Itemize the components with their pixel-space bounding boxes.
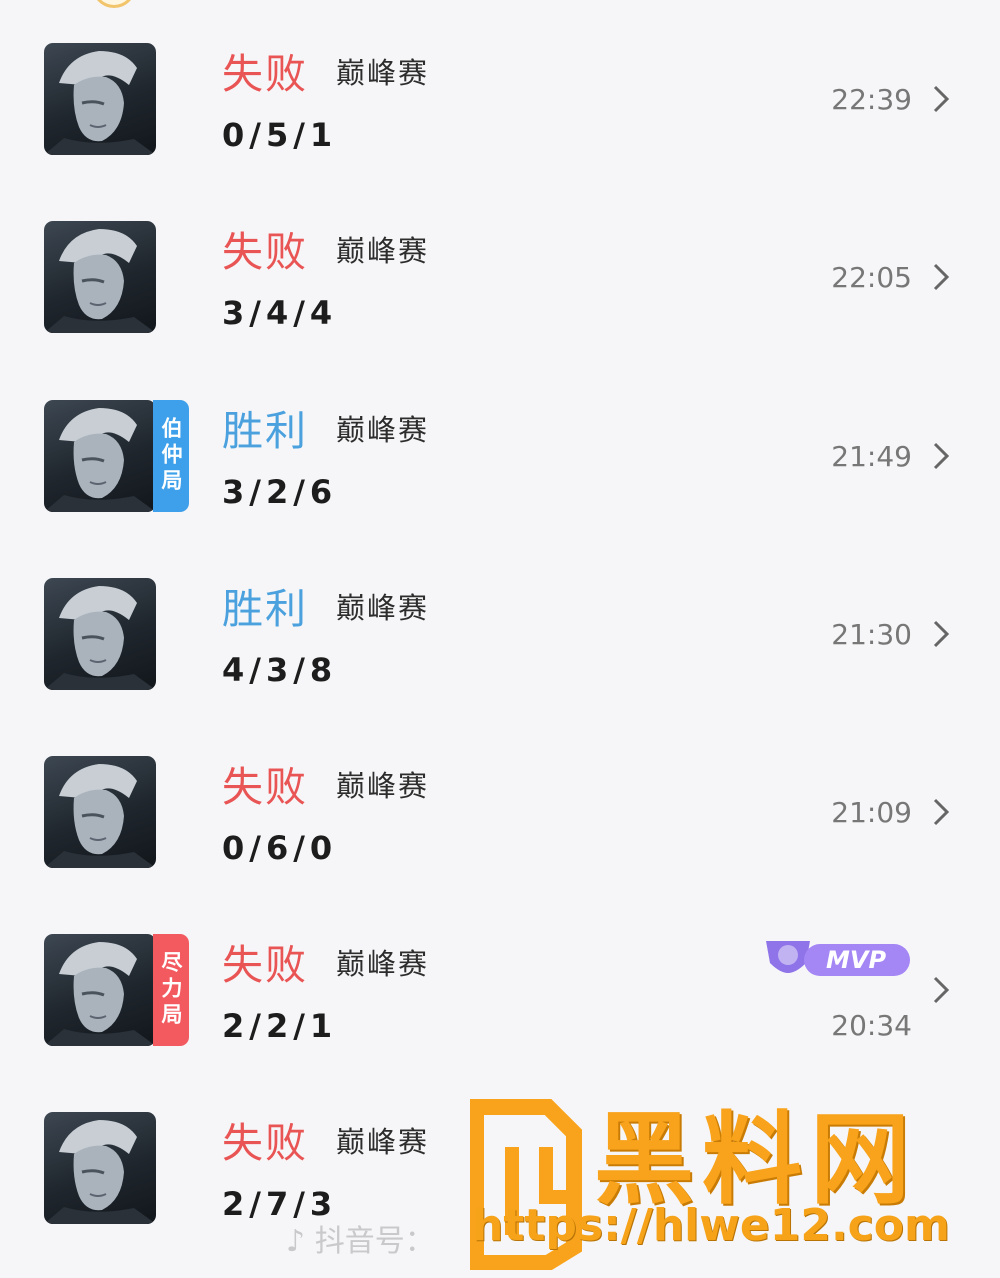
- match-row[interactable]: 失败 巅峰赛 3/4/4 22:05: [0, 178, 1000, 356]
- chevron-right-icon[interactable]: [932, 262, 950, 292]
- match-time: 21:09: [831, 796, 912, 829]
- match-mode: 巅峰赛: [336, 947, 430, 981]
- match-result: 失败: [222, 941, 308, 989]
- hero-portrait-icon: [44, 1112, 156, 1224]
- match-kda: 4/3/8: [222, 651, 338, 689]
- hero-portrait-icon: [44, 756, 156, 868]
- watermark-url: https://hlwe12.com: [472, 1200, 950, 1251]
- match-row[interactable]: 伯仲局 胜利 巅峰赛 3/2/6 21:49: [0, 357, 1000, 535]
- douyin-logo-icon: ♪: [286, 1224, 306, 1259]
- chevron-right-icon[interactable]: [932, 441, 950, 471]
- match-result: 失败: [222, 1119, 308, 1167]
- match-kda: 0/5/1: [222, 116, 338, 154]
- match-kda: 3/2/6: [222, 473, 338, 511]
- chevron-right-icon[interactable]: [932, 84, 950, 114]
- match-mode: 巅峰赛: [336, 413, 430, 447]
- match-kda: 0/6/0: [222, 829, 338, 867]
- match-result: 失败: [222, 228, 308, 276]
- match-tag: 伯仲局: [153, 400, 189, 512]
- chevron-right-icon[interactable]: [932, 797, 950, 827]
- douyin-label: 抖音号：: [314, 1224, 435, 1259]
- match-result: 胜利: [222, 585, 308, 633]
- match-result: 胜利: [222, 407, 308, 455]
- hero-portrait-icon: [44, 43, 156, 155]
- match-mode: 巅峰赛: [336, 234, 430, 268]
- match-time: 22:05: [831, 261, 912, 294]
- match-mode: 巅峰赛: [336, 769, 430, 803]
- mvp-trophy-icon: MVP: [766, 941, 910, 976]
- match-row[interactable]: 失败 巅峰赛 0/5/1 22:39: [0, 0, 1000, 178]
- hero-portrait-icon: [44, 400, 156, 512]
- match-mode: 巅峰赛: [336, 56, 430, 90]
- match-time: 22:39: [831, 83, 912, 116]
- match-time: 20:34: [831, 1009, 912, 1042]
- hero-portrait-icon: [44, 578, 156, 690]
- mvp-label: MVP: [826, 946, 886, 974]
- match-row[interactable]: 失败 巅峰赛 0/6/0 21:09: [0, 713, 1000, 891]
- chevron-right-icon[interactable]: [932, 975, 950, 1005]
- match-result: 失败: [222, 763, 308, 811]
- match-time: 21:30: [831, 618, 912, 651]
- match-mode: 巅峰赛: [336, 591, 430, 625]
- match-kda: 3/4/4: [222, 294, 338, 332]
- match-time: 21:49: [831, 440, 912, 473]
- match-mode: 巅峰赛: [336, 1125, 430, 1159]
- chevron-right-icon[interactable]: [932, 619, 950, 649]
- match-kda: 2/2/1: [222, 1007, 338, 1045]
- hero-portrait-icon: [44, 221, 156, 333]
- match-row[interactable]: 胜利 巅峰赛 4/3/8 21:30: [0, 535, 1000, 713]
- match-result: 失败: [222, 50, 308, 98]
- douyin-id: ♪ 抖音号：: [286, 1216, 435, 1260]
- match-tag: 尽力局: [153, 934, 189, 1046]
- hero-portrait-icon: [44, 934, 156, 1046]
